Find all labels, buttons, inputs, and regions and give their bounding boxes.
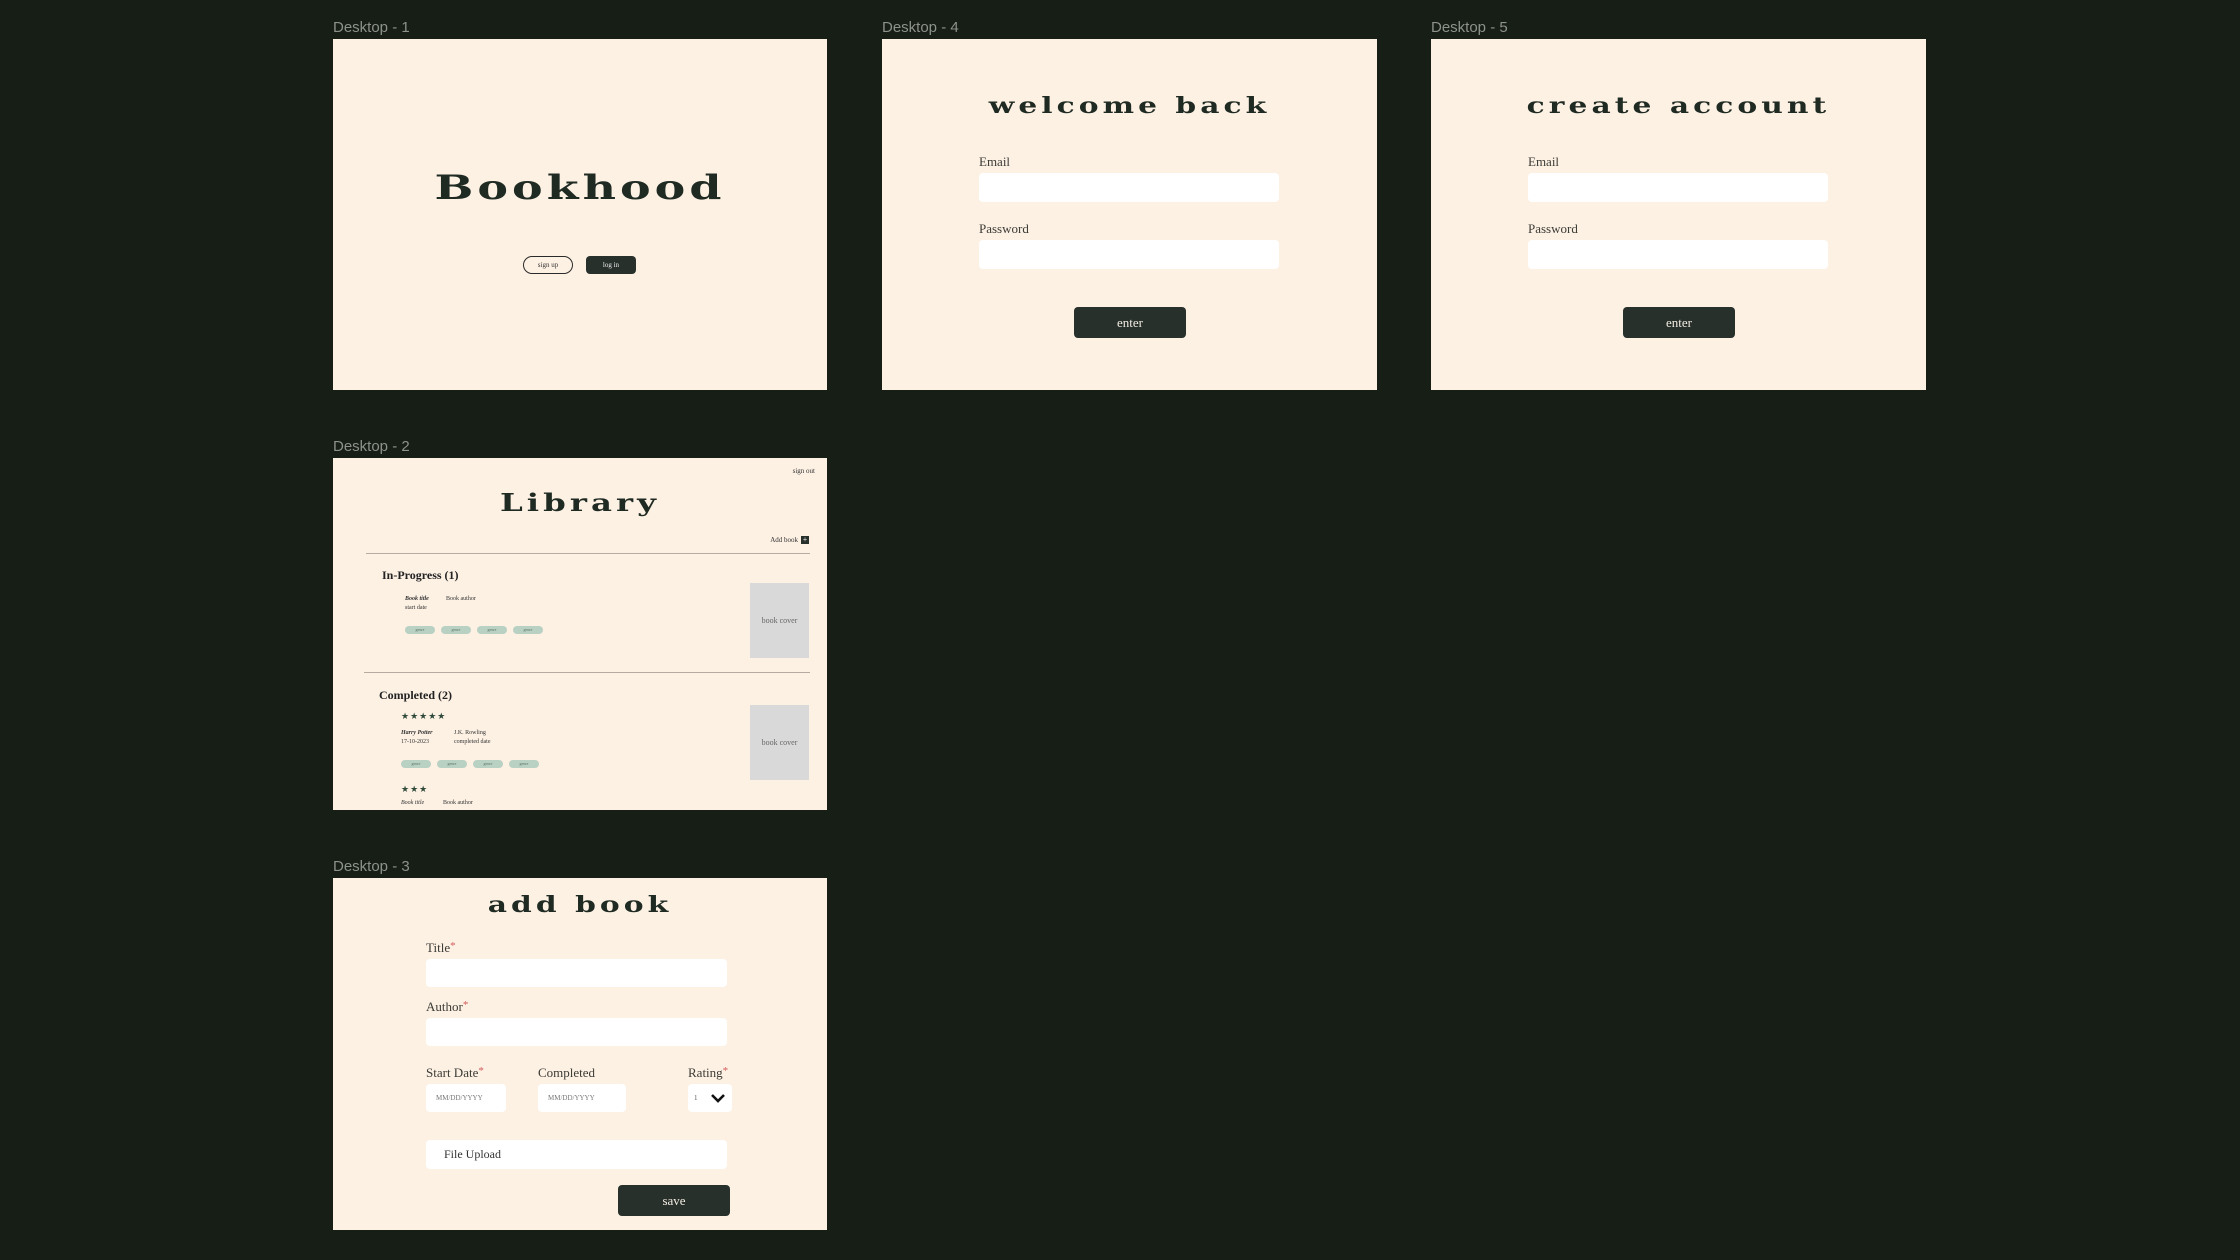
email-field[interactable]	[979, 173, 1279, 202]
completed-label: Completed	[538, 1065, 596, 1080]
login-title: welcome back	[988, 93, 1271, 119]
star-rating: ★★★	[401, 784, 429, 794]
rating-label: Rating*	[688, 1065, 729, 1080]
login-button[interactable]: log in	[586, 256, 636, 274]
start-date-label: Start Date*	[426, 1065, 484, 1080]
landing-frame: Bookhood sign up log in	[333, 39, 827, 390]
add-book-label: Add book	[770, 536, 798, 544]
author-label: Author*	[426, 999, 469, 1014]
divider	[364, 672, 810, 673]
add-book-frame: add book Title* Author* Start Date* MM/D…	[333, 878, 827, 1230]
book-cover: book cover	[750, 583, 809, 658]
signup-password-label: Password	[1528, 221, 1578, 236]
genre-list: genre genre genre genre	[405, 621, 549, 639]
rating-select[interactable]: 1	[688, 1084, 732, 1112]
genre-pill: genre	[441, 626, 471, 635]
rating-value: 1	[694, 1094, 698, 1102]
signup-button[interactable]: sign up	[523, 256, 573, 274]
library-frame: sign out Library Add book + In-Progress …	[333, 458, 827, 810]
title-label: Title*	[426, 940, 456, 955]
frame-label-login: Desktop - 4	[882, 19, 959, 36]
completed-heading: Completed (2)	[379, 688, 452, 702]
email-label: Email	[979, 154, 1011, 169]
password-field[interactable]	[979, 240, 1279, 269]
book-title: Harry Potter	[401, 730, 433, 736]
author-field[interactable]	[426, 1018, 727, 1046]
add-book-link[interactable]: Add book +	[770, 536, 809, 544]
login-enter-button[interactable]: enter	[1074, 307, 1186, 338]
signup-title: create account	[1526, 93, 1831, 119]
book-start-date: 17-10-2023	[401, 739, 429, 745]
genre-pill: genre	[401, 760, 431, 769]
frame-label-landing: Desktop - 1	[333, 19, 410, 36]
genre-pill: genre	[477, 626, 507, 635]
login-frame: welcome back Email Password enter	[882, 39, 1377, 390]
signup-password-field[interactable]	[1528, 240, 1828, 269]
book-cover: book cover	[750, 705, 809, 780]
genre-pill: genre	[473, 760, 503, 769]
book-author: Book author	[443, 800, 473, 806]
library-title: Library	[499, 488, 661, 517]
genre-pill: genre	[405, 626, 435, 635]
signup-enter-button[interactable]: enter	[1623, 307, 1735, 338]
book-start-date: start date	[405, 605, 427, 611]
in-progress-heading: In-Progress (1)	[382, 568, 459, 582]
signout-link[interactable]: sign out	[793, 467, 815, 475]
signup-email-label: Email	[1528, 154, 1560, 169]
plus-icon: +	[801, 535, 809, 544]
file-upload-field[interactable]: File Upload	[426, 1140, 727, 1169]
completed-date-field[interactable]: MM/DD/YYYY	[538, 1084, 626, 1112]
book-completed-date: completed date	[454, 739, 491, 745]
title-field[interactable]	[426, 959, 727, 987]
genre-pill: genre	[509, 760, 539, 769]
frame-label-library: Desktop - 2	[333, 438, 410, 455]
frame-label-signup: Desktop - 5	[1431, 19, 1508, 36]
genre-list: genre genre genre genre	[401, 755, 545, 773]
genre-pill: genre	[437, 760, 467, 769]
app-title: Bookhood	[434, 168, 726, 208]
book-title: Book title	[405, 596, 429, 602]
star-rating: ★★★★★	[401, 711, 447, 721]
start-date-field[interactable]: MM/DD/YYYY	[426, 1084, 506, 1112]
save-button[interactable]: save	[618, 1185, 730, 1216]
divider	[366, 553, 810, 554]
frame-label-add-book: Desktop - 3	[333, 858, 410, 875]
password-label: Password	[979, 221, 1029, 236]
book-author: Book author	[446, 596, 476, 602]
genre-pill: genre	[513, 626, 543, 635]
signup-email-field[interactable]	[1528, 173, 1828, 202]
chevron-down-icon	[711, 1094, 725, 1103]
signup-frame: create account Email Password enter	[1431, 39, 1926, 390]
book-author: J.K. Rowling	[454, 730, 486, 736]
book-title: Book title	[401, 800, 425, 806]
add-book-title: add book	[487, 892, 673, 918]
